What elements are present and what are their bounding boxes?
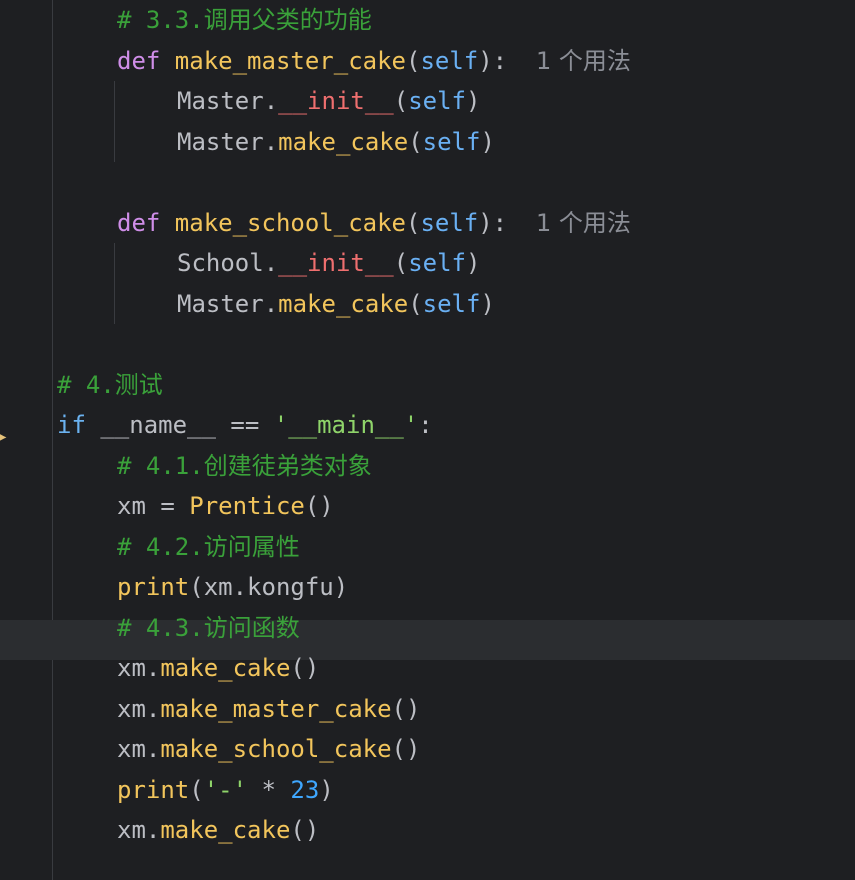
- code-token: 23: [290, 775, 320, 804]
- code-line[interactable]: xm.make_cake(): [57, 810, 855, 851]
- code-token: ): [319, 775, 334, 804]
- run-arrow-icon[interactable]: ▶: [0, 430, 6, 444]
- code-token: (: [393, 249, 409, 277]
- code-token: __init__: [278, 249, 394, 277]
- code-token: (): [304, 492, 334, 520]
- code-token: ):: [478, 46, 537, 75]
- code-token: def: [117, 46, 175, 75]
- code-token: self: [408, 249, 466, 277]
- code-line[interactable]: print('-' * 23): [57, 770, 855, 811]
- code-token: (): [290, 654, 320, 682]
- code-token: (: [405, 46, 421, 75]
- code-token: # 4.2.访问属性: [117, 532, 300, 561]
- code-token: make_school_cake: [160, 735, 392, 763]
- code-line[interactable]: # 4.测试: [57, 365, 855, 406]
- code-token: *: [247, 775, 291, 804]
- code-token: xm.: [117, 694, 161, 723]
- usage-hint[interactable]: 1 个用法: [536, 209, 631, 237]
- code-token: ):: [478, 208, 537, 237]
- usage-hint[interactable]: 1 个用法: [536, 47, 631, 75]
- code-token: self: [420, 46, 479, 75]
- code-token: # 4.测试: [57, 370, 163, 399]
- code-token: Prentice: [189, 492, 305, 520]
- code-token: ): [480, 127, 495, 156]
- code-token: (: [408, 289, 423, 318]
- code-line[interactable]: if __name__ == '__main__':: [57, 405, 855, 446]
- code-line[interactable]: xm.make_cake(): [57, 648, 855, 689]
- code-token: self: [422, 289, 481, 318]
- code-token: self: [420, 208, 479, 237]
- code-token: School.: [177, 249, 279, 277]
- code-line[interactable]: [57, 324, 855, 365]
- code-line[interactable]: xm.make_school_cake(): [57, 729, 855, 770]
- code-token: self: [408, 87, 466, 115]
- gutter-separator: [52, 0, 53, 880]
- code-token: (xm.kongfu): [189, 573, 349, 601]
- code-token: __name__ ==: [100, 411, 274, 439]
- code-token: :: [418, 411, 433, 439]
- code-token: self: [422, 127, 481, 156]
- code-token: if: [57, 411, 101, 439]
- code-line[interactable]: # 4.2.访问属性: [57, 527, 855, 568]
- code-token: __init__: [278, 87, 394, 115]
- code-token: print: [117, 573, 190, 601]
- code-line[interactable]: print(xm.kongfu): [57, 567, 855, 608]
- code-token: '-': [203, 775, 248, 804]
- code-token: # 4.3.访问函数: [117, 613, 300, 642]
- code-line[interactable]: [57, 162, 855, 203]
- code-token: xm.: [117, 816, 161, 844]
- code-token: (): [290, 816, 320, 844]
- code-line[interactable]: def make_master_cake(self): 1 个用法: [57, 41, 855, 82]
- code-token: print: [117, 775, 190, 804]
- code-token: xm.: [117, 735, 161, 763]
- code-token: make_cake: [160, 816, 291, 844]
- code-token: make_school_cake: [174, 208, 406, 237]
- code-token: ): [480, 289, 495, 318]
- code-token: # 3.3.调用父类的功能: [117, 6, 372, 34]
- code-token: # 4.1.创建徒弟类对象: [117, 451, 372, 480]
- code-token: Master.: [177, 127, 279, 156]
- indent-guide: [114, 121, 115, 162]
- code-token: make_cake: [278, 289, 409, 318]
- code-line[interactable]: # 3.3.调用父类的功能: [57, 0, 855, 41]
- code-token: make_master_cake: [174, 46, 406, 75]
- code-token: ): [466, 249, 481, 277]
- code-token: xm.: [117, 654, 161, 682]
- code-line[interactable]: # 4.1.创建徒弟类对象: [57, 446, 855, 487]
- code-token: '__main__': [273, 411, 419, 439]
- code-line[interactable]: xm = Prentice(): [57, 486, 855, 527]
- code-line[interactable]: Master.__init__(self): [57, 81, 855, 122]
- code-token: (: [408, 127, 423, 156]
- code-token: make_cake: [278, 127, 409, 156]
- code-token: def: [117, 208, 175, 237]
- code-token: ): [466, 87, 481, 115]
- code-token: Master.: [177, 87, 279, 115]
- indent-guide: [114, 283, 115, 324]
- code-token: make_cake: [160, 654, 291, 682]
- code-line[interactable]: Master.make_cake(self): [57, 121, 855, 162]
- code-token: make_master_cake: [160, 694, 392, 723]
- code-line[interactable]: School.__init__(self): [57, 243, 855, 284]
- code-token: (): [391, 694, 421, 723]
- code-token: Master.: [177, 289, 279, 318]
- code-token: (: [405, 208, 421, 237]
- indent-guide: [114, 243, 115, 284]
- code-line[interactable]: def make_school_cake(self): 1 个用法: [57, 203, 855, 244]
- code-token: (: [393, 87, 409, 115]
- code-token: xm =: [117, 492, 190, 520]
- code-token: (): [391, 735, 421, 763]
- code-line[interactable]: Master.make_cake(self): [57, 283, 855, 324]
- code-line[interactable]: # 4.3.访问函数: [57, 608, 855, 649]
- indent-guide: [114, 81, 115, 122]
- code-line[interactable]: xm.make_master_cake(): [57, 689, 855, 730]
- code-editor[interactable]: # 3.3.调用父类的功能 def make_master_cake(self):…: [57, 0, 855, 851]
- code-token: (: [189, 775, 204, 804]
